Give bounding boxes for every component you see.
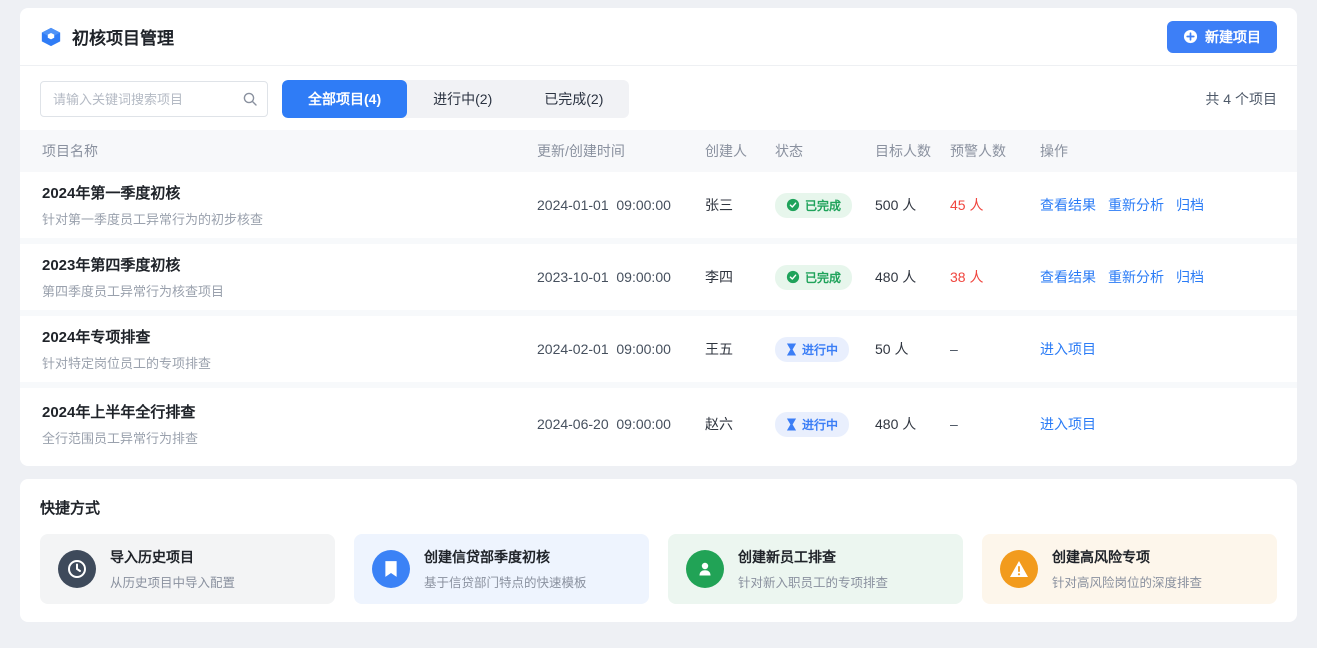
clock-icon: [58, 550, 96, 588]
status-badge-label: 进行中: [802, 416, 838, 433]
check-circle-icon: [786, 270, 800, 284]
check-circle-icon: [786, 198, 800, 212]
shortcut-title: 导入历史项目: [110, 547, 235, 567]
reanalyze-link[interactable]: 重新分析: [1108, 195, 1164, 215]
project-description: 第四季度员工异常行为核查项目: [42, 281, 537, 300]
col-header-target: 目标人数: [875, 141, 950, 161]
project-name: 2024年上半年全行排查: [42, 401, 537, 422]
project-name: 2023年第四季度初核: [42, 254, 537, 275]
page-title: 初核项目管理: [72, 24, 174, 49]
user-icon: [686, 550, 724, 588]
filter-tabs: 全部项目(4) 进行中(2) 已完成(2): [282, 80, 629, 118]
warning-count: –: [950, 341, 1040, 357]
table-row: 2024年专项排查 针对特定岗位员工的专项排查 2024-02-01 09:00…: [20, 316, 1297, 388]
tab-completed[interactable]: 已完成(2): [518, 80, 629, 118]
archive-link[interactable]: 归档: [1176, 195, 1204, 215]
status-badge-label: 已完成: [805, 269, 841, 286]
search-icon: [242, 91, 258, 107]
table-row: 2024年第一季度初核 针对第一季度员工异常行为的初步核查 2024-01-01…: [20, 172, 1297, 244]
shortcut-import-history[interactable]: 导入历史项目 从历史项目中导入配置: [40, 534, 335, 604]
project-name: 2024年第一季度初核: [42, 182, 537, 203]
project-creator: 李四: [705, 267, 775, 287]
status-badge: 进行中: [775, 337, 849, 362]
main-panel: 初核项目管理 新建项目 全部项目(4) 进行中(2) 已完成(2) 共 4 个项…: [20, 8, 1297, 466]
target-count: 480 人: [875, 414, 950, 434]
hourglass-icon: [786, 418, 797, 431]
table-header: 项目名称 更新/创建时间 创建人 状态 目标人数 预警人数 操作: [20, 130, 1297, 172]
hourglass-icon: [786, 343, 797, 356]
toolbar: 全部项目(4) 进行中(2) 已完成(2) 共 4 个项目: [20, 66, 1297, 130]
warning-icon: [1000, 550, 1038, 588]
tab-in-progress[interactable]: 进行中(2): [407, 80, 518, 118]
shortcut-description: 从历史项目中导入配置: [110, 572, 235, 591]
title-bar: 初核项目管理 新建项目: [20, 8, 1297, 66]
project-description: 全行范围员工异常行为排查: [42, 428, 537, 447]
col-header-actions: 操作: [1040, 141, 1277, 161]
tab-all-projects[interactable]: 全部项目(4): [282, 80, 407, 118]
project-creator: 赵六: [705, 414, 775, 434]
warning-count: 38 人: [950, 267, 1040, 287]
table-row: 2024年上半年全行排查 全行范围员工异常行为排查 2024-06-20 09:…: [20, 388, 1297, 460]
project-creator: 王五: [705, 339, 775, 359]
new-project-button-label: 新建项目: [1205, 27, 1261, 47]
cube-logo-icon: [40, 26, 62, 48]
project-creator: 张三: [705, 195, 775, 215]
view-results-link[interactable]: 查看结果: [1040, 267, 1096, 287]
warning-count: –: [950, 416, 1040, 432]
status-badge-label: 进行中: [802, 341, 838, 358]
view-results-link[interactable]: 查看结果: [1040, 195, 1096, 215]
enter-project-link[interactable]: 进入项目: [1040, 414, 1096, 434]
new-project-button[interactable]: 新建项目: [1167, 21, 1277, 53]
search-box: [40, 81, 268, 117]
shortcut-new-employee-screening[interactable]: 创建新员工排查 针对新入职员工的专项排查: [668, 534, 963, 604]
shortcut-title: 创建高风险专项: [1052, 547, 1202, 567]
shortcut-description: 针对新入职员工的专项排查: [738, 572, 888, 591]
enter-project-link[interactable]: 进入项目: [1040, 339, 1096, 359]
shortcut-credit-dept-review[interactable]: 创建信贷部季度初核 基于信贷部门特点的快速模板: [354, 534, 649, 604]
shortcut-description: 基于信贷部门特点的快速模板: [424, 572, 587, 591]
target-count: 480 人: [875, 267, 950, 287]
col-header-name: 项目名称: [42, 141, 537, 161]
project-time: 2024-06-20 09:00:00: [537, 416, 705, 432]
col-header-time: 更新/创建时间: [537, 141, 705, 161]
col-header-warning: 预警人数: [950, 141, 1040, 161]
status-badge: 已完成: [775, 265, 852, 290]
project-time: 2024-01-01 09:00:00: [537, 197, 705, 213]
reanalyze-link[interactable]: 重新分析: [1108, 267, 1164, 287]
project-description: 针对第一季度员工异常行为的初步核查: [42, 209, 537, 228]
col-header-status: 状态: [775, 141, 875, 161]
shortcut-title: 创建信贷部季度初核: [424, 547, 587, 567]
shortcut-high-risk-special[interactable]: 创建高风险专项 针对高风险岗位的深度排查: [982, 534, 1277, 604]
table-row: 2023年第四季度初核 第四季度员工异常行为核查项目 2023-10-01 09…: [20, 244, 1297, 316]
status-badge: 进行中: [775, 412, 849, 437]
archive-link[interactable]: 归档: [1176, 267, 1204, 287]
status-badge: 已完成: [775, 193, 852, 218]
warning-count: 45 人: [950, 195, 1040, 215]
col-header-creator: 创建人: [705, 141, 775, 161]
plus-circle-icon: [1183, 29, 1198, 44]
shortcuts-title: 快捷方式: [40, 497, 1277, 518]
target-count: 500 人: [875, 195, 950, 215]
shortcut-title: 创建新员工排查: [738, 547, 888, 567]
project-description: 针对特定岗位员工的专项排查: [42, 353, 537, 372]
project-time: 2023-10-01 09:00:00: [537, 269, 705, 285]
status-badge-label: 已完成: [805, 197, 841, 214]
project-name: 2024年专项排查: [42, 326, 537, 347]
shortcuts-panel: 快捷方式 导入历史项目 从历史项目中导入配置 创建信贷部季度初核: [20, 479, 1297, 622]
shortcut-description: 针对高风险岗位的深度排查: [1052, 572, 1202, 591]
project-time: 2024-02-01 09:00:00: [537, 341, 705, 357]
total-count: 共 4 个项目: [1205, 89, 1277, 109]
target-count: 50 人: [875, 339, 950, 359]
search-input[interactable]: [40, 81, 268, 117]
bookmark-icon: [372, 550, 410, 588]
